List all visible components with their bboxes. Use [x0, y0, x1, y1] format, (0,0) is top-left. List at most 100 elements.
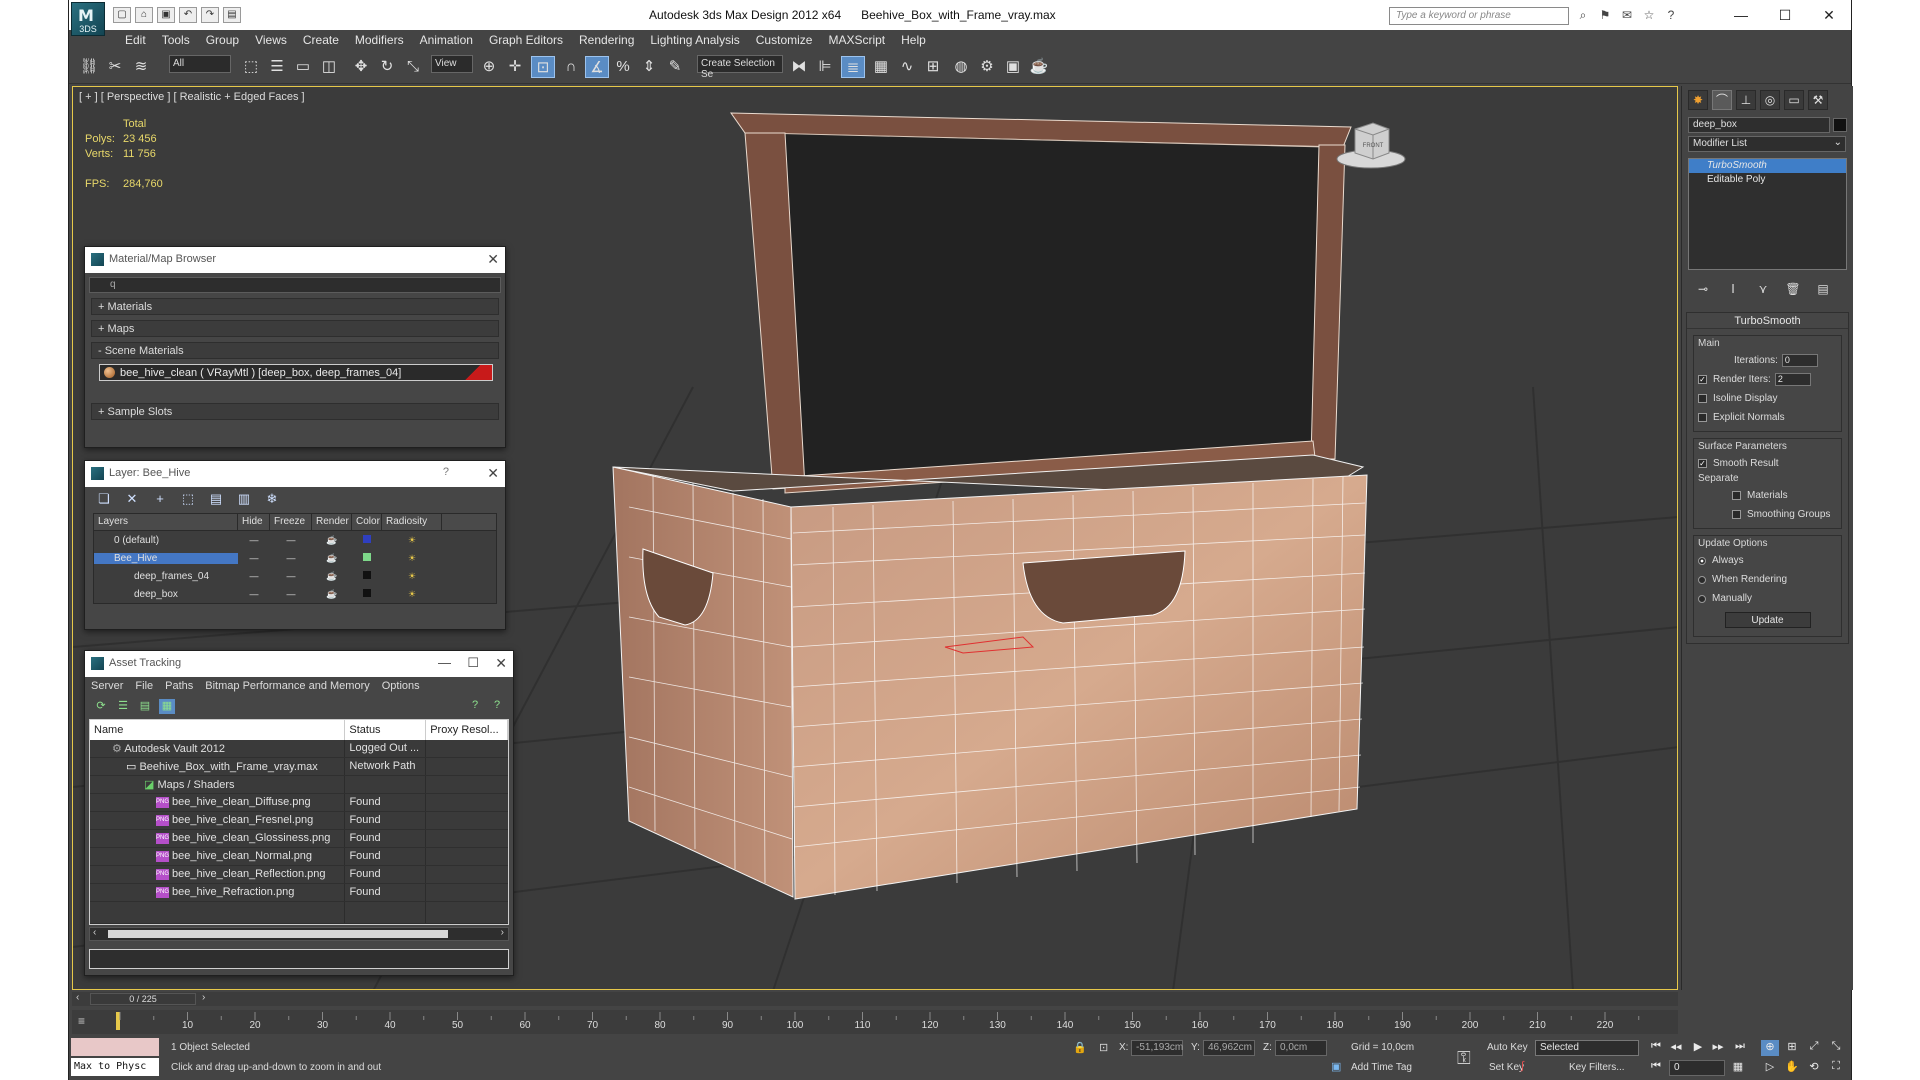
default-in-out-tangent-icon[interactable]: ∫ — [1521, 1060, 1524, 1072]
radiosity-icon[interactable]: ☀ — [382, 553, 442, 564]
vault-help-icon[interactable]: ? — [467, 699, 483, 714]
close-icon[interactable]: ✕ — [487, 465, 499, 482]
scale-icon[interactable]: ⤡ — [401, 56, 425, 78]
freeze-toggle[interactable]: — — [270, 553, 312, 563]
zoom-extents-icon[interactable]: ⤢ — [1805, 1040, 1823, 1056]
asset-row[interactable]: PNG bee_hive_clean_Diffuse.png Found — [90, 794, 508, 812]
col-render[interactable]: Render — [312, 514, 352, 530]
new-file-icon[interactable]: ▢ — [113, 7, 131, 23]
update-when-rendering-radio[interactable] — [1698, 575, 1706, 584]
show-end-result-icon[interactable]: Ⅰ — [1724, 282, 1742, 300]
close-icon[interactable]: ✕ — [495, 655, 507, 672]
play-icon[interactable]: ▶ — [1689, 1040, 1707, 1056]
time-tag-icon[interactable]: ▣ — [1331, 1060, 1341, 1073]
col-color[interactable]: Color — [352, 514, 382, 530]
freeze-toggle[interactable]: — — [270, 571, 312, 581]
table-view-icon[interactable]: ▦ — [159, 699, 175, 714]
menu-tools[interactable]: Tools — [154, 30, 198, 50]
hide-toggle[interactable]: — — [238, 553, 270, 563]
auto-key-button[interactable]: Auto Key — [1487, 1042, 1528, 1053]
time-slider-knob[interactable]: 0 / 225 — [90, 993, 196, 1005]
render-setup-icon[interactable]: ⚙ — [975, 56, 999, 78]
isoline-display-checkbox[interactable] — [1698, 394, 1707, 403]
col-freeze[interactable]: Freeze — [270, 514, 312, 530]
next-frame-icon[interactable]: ▸▸ — [1709, 1040, 1727, 1056]
select-manipulate-icon[interactable]: ✛ — [503, 56, 527, 78]
radiosity-icon[interactable]: ☀ — [382, 535, 442, 546]
refresh-icon[interactable]: ⟳ — [93, 699, 109, 714]
scene-materials-section[interactable]: - Scene Materials — [91, 342, 499, 359]
select-by-name-icon[interactable]: ☰ — [265, 56, 289, 78]
layer-row[interactable]: deep_frames_04 — — ☕ ☀ — [94, 567, 496, 585]
scene-material-item[interactable]: bee_hive_clean ( VRayMtl ) [deep_box, de… — [99, 364, 493, 381]
asset-row[interactable]: PNG bee_hive_clean_Fresnel.png Found — [90, 812, 508, 830]
asset-row[interactable]: ⚙ Autodesk Vault 2012 Logged Out ... — [90, 740, 508, 758]
render-teapot-icon[interactable]: ☕ — [312, 553, 352, 564]
smooth-result-checkbox[interactable]: ✓ — [1698, 459, 1707, 468]
asset-table-horizontal-scrollbar[interactable]: ‹ › — [89, 927, 509, 941]
schematic-view-icon[interactable]: ⊞ — [921, 56, 945, 78]
render-teapot-icon[interactable]: ☕ — [312, 535, 352, 546]
close-icon[interactable]: ✕ — [487, 251, 499, 268]
current-frame-field[interactable]: 0 — [1669, 1060, 1725, 1076]
spinner-snap-icon[interactable]: ⇕ — [637, 56, 661, 78]
y-coordinate-field[interactable]: 46,962cm — [1203, 1040, 1255, 1056]
redo-icon[interactable]: ↷ — [201, 7, 219, 23]
layer-row[interactable]: Bee_Hive — — ☕ ☀ — [94, 549, 496, 567]
update-button[interactable]: Update — [1724, 612, 1811, 628]
subscription-icon[interactable]: ⚑ — [1597, 8, 1613, 22]
menu-lighting-analysis[interactable]: Lighting Analysis — [642, 30, 747, 50]
rendered-frame-window-icon[interactable]: ▣ — [1001, 56, 1025, 78]
at-menu-bitmap-performance[interactable]: Bitmap Performance and Memory — [205, 680, 369, 694]
project-folder-icon[interactable]: ▤ — [223, 7, 241, 23]
hide-toggle[interactable]: — — [238, 571, 270, 581]
x-coordinate-field[interactable]: -51,193cm — [1131, 1040, 1183, 1056]
radiosity-icon[interactable]: ☀ — [382, 589, 442, 600]
col-status[interactable]: Status — [345, 720, 427, 740]
turbosmooth-rollout-title[interactable]: TurboSmooth — [1687, 313, 1848, 329]
maxscript-listener-output[interactable] — [71, 1038, 159, 1056]
z-coordinate-field[interactable]: 0,0cm — [1275, 1040, 1327, 1056]
material-search-input[interactable]: q — [89, 277, 501, 293]
viewcube-icon[interactable]: FRONT — [1333, 115, 1413, 175]
create-tab-icon[interactable]: ✸ — [1688, 90, 1708, 110]
make-unique-icon[interactable]: ⋎ — [1754, 282, 1772, 300]
maximize-icon[interactable]: ☐ — [1763, 0, 1807, 30]
communication-icon[interactable]: ✉ — [1619, 8, 1635, 22]
field-of-view-icon[interactable]: ▷ — [1761, 1060, 1779, 1076]
explicit-normals-checkbox[interactable] — [1698, 413, 1707, 422]
help-icon[interactable]: ? — [443, 466, 449, 478]
selection-lock-icon[interactable]: 🔒 — [1073, 1041, 1087, 1054]
menu-rendering[interactable]: Rendering — [571, 30, 642, 50]
pivot-center-icon[interactable]: ⊕ — [477, 56, 501, 78]
bind-space-warp-icon[interactable]: ≋ — [129, 56, 153, 78]
asset-tracking-titlebar[interactable]: Asset Tracking — ☐ ✕ — [85, 651, 513, 677]
key-filters-button[interactable]: Key Filters... — [1569, 1062, 1625, 1073]
radiosity-icon[interactable]: ☀ — [382, 571, 442, 582]
freeze-toggle[interactable]: — — [270, 535, 312, 545]
curve-editor-icon[interactable]: ∿ — [895, 56, 919, 78]
configure-modifier-sets-icon[interactable]: ▤ — [1814, 282, 1832, 300]
rectangular-selection-icon[interactable]: ▭ — [291, 56, 315, 78]
render-teapot-icon[interactable]: ☕ — [1027, 56, 1051, 78]
select-layer-objects-icon[interactable]: ⬚ — [179, 490, 197, 507]
go-to-start-icon[interactable]: ⏮ — [1647, 1040, 1665, 1056]
asset-path-field[interactable] — [89, 949, 509, 969]
maximize-viewport-icon[interactable]: ⛶ — [1827, 1060, 1845, 1076]
hide-toggle[interactable]: — — [238, 535, 270, 545]
object-color-swatch[interactable] — [1833, 118, 1847, 132]
absolute-mode-icon[interactable]: ⊡ — [1099, 1041, 1108, 1054]
zoom-all-icon[interactable]: ⊞ — [1783, 1040, 1801, 1056]
pin-stack-icon[interactable]: ⊸ — [1694, 282, 1712, 300]
col-proxy-resolution[interactable]: Proxy Resol... — [426, 720, 508, 740]
keyboard-shortcut-override-icon[interactable]: ⊡ — [531, 56, 555, 78]
key-selection-set-dropdown[interactable]: Selected — [1535, 1040, 1639, 1056]
object-name-field[interactable]: deep_box — [1688, 117, 1847, 133]
col-hide[interactable]: Hide — [238, 514, 270, 530]
key-mode-toggle-icon[interactable]: ⏮ — [1647, 1060, 1665, 1076]
layer-color-swatch[interactable] — [352, 571, 382, 581]
reference-coordinate-dropdown[interactable]: View — [431, 55, 473, 73]
edit-named-selection-icon[interactable]: ✎ — [663, 56, 687, 78]
layer-color-swatch[interactable] — [352, 553, 382, 563]
zoom-extents-all-icon[interactable]: ⤡ — [1827, 1040, 1845, 1056]
